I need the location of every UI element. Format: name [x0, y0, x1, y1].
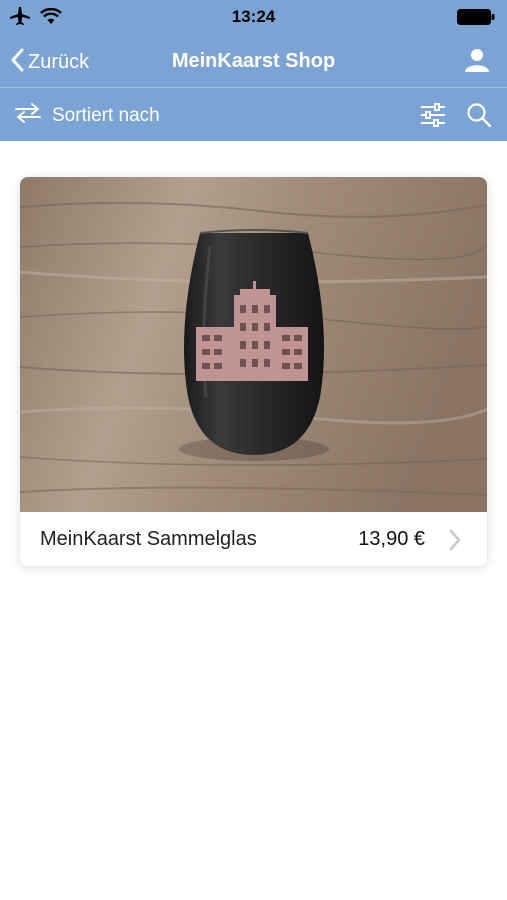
search-button[interactable] [466, 102, 492, 133]
sort-label: Sortiert nach [52, 104, 160, 126]
profile-button[interactable] [465, 48, 489, 77]
search-icon [466, 103, 492, 132]
product-footer: MeinKaarst Sammelglas 13,90 € [20, 512, 487, 566]
swap-arrows-icon [14, 102, 42, 129]
filter-bar: Sortiert nach [0, 88, 507, 141]
product-name: MeinKaarst Sammelglas [40, 528, 257, 550]
sliders-icon [420, 103, 446, 131]
product-image [20, 177, 487, 512]
product-card[interactable]: MeinKaarst Sammelglas 13,90 € [20, 177, 487, 566]
navigation-bar: Zurück MeinKaarst Shop [0, 36, 507, 88]
battery-icon [457, 9, 495, 30]
status-bar: 13:24 [0, 0, 507, 36]
status-time: 13:24 [231, 7, 276, 26]
page-title: MeinKaarst Shop [171, 50, 336, 72]
chevron-right-icon [449, 529, 461, 556]
product-price: 13,90 € [358, 528, 425, 550]
sort-button[interactable]: Sortiert nach [14, 102, 160, 129]
header: 13:24 Zurück MeinKaarst Shop Sortiert na… [0, 0, 507, 141]
user-icon [465, 49, 489, 76]
filter-button[interactable] [420, 103, 446, 132]
